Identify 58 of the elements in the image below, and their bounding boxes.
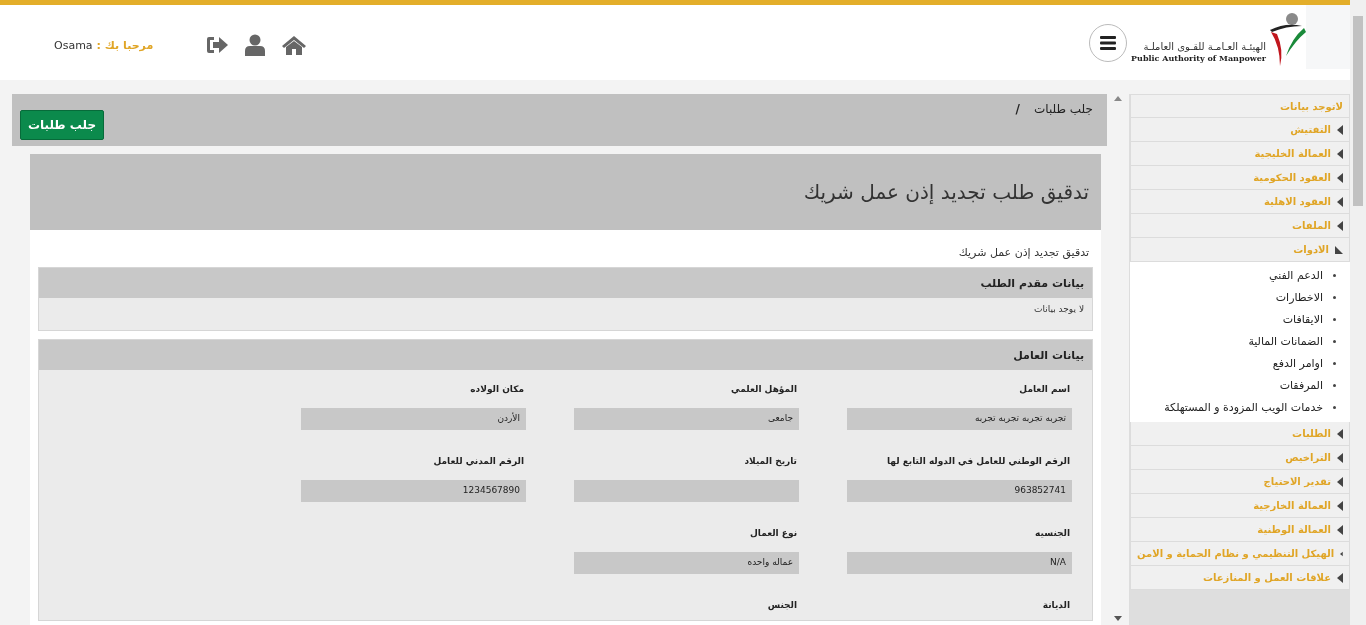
page-subtitle: تدقيق تجديد إذن عمل شريك bbox=[957, 246, 1090, 259]
home-icon[interactable] bbox=[281, 35, 308, 55]
page-title: تدقيق طلب تجديد إذن عمل شريك bbox=[803, 180, 1089, 204]
logo-drawing bbox=[1270, 13, 1306, 66]
input-field[interactable]: جامعى bbox=[574, 408, 799, 430]
input-field[interactable]: عماله واحده bbox=[574, 552, 799, 574]
user-icon[interactable] bbox=[245, 34, 266, 56]
caret-icon bbox=[1337, 452, 1343, 463]
caret-icon bbox=[1337, 220, 1343, 231]
caret-icon bbox=[1335, 245, 1343, 254]
input-field[interactable]: N/A bbox=[847, 552, 1072, 574]
field-label: المؤهل العلمي bbox=[731, 384, 798, 394]
caret-icon bbox=[1337, 572, 1343, 583]
field-label: اسم العامل bbox=[1019, 384, 1071, 394]
breadcrumb-separator: / bbox=[1015, 102, 1020, 116]
caret-icon bbox=[1337, 196, 1343, 207]
field-label: مكان الولاده bbox=[470, 384, 525, 394]
greeting-label: مرحبا بك : bbox=[96, 38, 154, 52]
logo-english-text: Public Authority of Manpower bbox=[1131, 52, 1266, 63]
caret-icon bbox=[1337, 428, 1343, 439]
input-field[interactable]: الأردن bbox=[301, 408, 526, 430]
empty-message: لا يوجد بيانات bbox=[1034, 304, 1084, 314]
submenu-item[interactable]: الدعم الفني bbox=[1134, 264, 1336, 286]
menu-button[interactable] bbox=[1089, 23, 1128, 62]
submenu-item[interactable]: خدمات الويب المزودة و المستهلكة bbox=[1134, 396, 1336, 418]
submenu-item[interactable]: المرفقات bbox=[1134, 374, 1336, 396]
user-name: Osama bbox=[54, 38, 93, 52]
input-field[interactable]: 963852741 bbox=[847, 480, 1072, 502]
field-label: تاريخ الميلاد bbox=[744, 456, 798, 466]
field-label: الرقم الوطني للعامل في الدوله التابع لها bbox=[886, 456, 1071, 466]
input-field[interactable]: 1234567890 bbox=[301, 480, 526, 502]
field-label: الديانة bbox=[1042, 600, 1071, 610]
caret-icon bbox=[1337, 476, 1343, 487]
scrollbar[interactable] bbox=[1350, 0, 1366, 625]
menu-icon bbox=[1100, 35, 1117, 50]
caret-icon bbox=[1337, 172, 1343, 183]
submenu-item[interactable]: الايقافات bbox=[1134, 308, 1336, 330]
field-label: الجنسيه bbox=[1035, 528, 1071, 538]
field-label: الجنس bbox=[767, 600, 798, 610]
input-field[interactable]: تجربه تجربه تجربه تجربه bbox=[847, 408, 1072, 430]
submenu-item[interactable]: اوامر الدفع bbox=[1134, 352, 1336, 374]
logo-arabic-text: الهيئـة العـامـة للقـوى العاملـة bbox=[1143, 40, 1266, 53]
submenu-item[interactable]: الضمانات المالية bbox=[1134, 330, 1336, 352]
fetch-requests-button[interactable]: جلب طلبات bbox=[20, 110, 105, 140]
submenu-item[interactable]: الاخطارات bbox=[1134, 286, 1336, 308]
breadcrumb-link[interactable]: جلب طلبات bbox=[1033, 102, 1093, 116]
caret-icon bbox=[1337, 500, 1343, 511]
caret-icon bbox=[1337, 148, 1343, 159]
caret-icon bbox=[1337, 524, 1343, 535]
scroll-down-icon[interactable] bbox=[1114, 616, 1122, 621]
logout-icon[interactable] bbox=[205, 35, 230, 55]
input-field[interactable] bbox=[574, 480, 799, 502]
field-label: الرقم المدني للعامل bbox=[433, 456, 525, 466]
caret-icon bbox=[1337, 124, 1343, 135]
panel-title: بيانات مقدم الطلب bbox=[980, 276, 1084, 290]
scroll-up-icon[interactable] bbox=[1114, 96, 1122, 101]
panel-title: بيانات العامل bbox=[1013, 348, 1084, 362]
field-label: نوع العمال bbox=[749, 528, 798, 538]
